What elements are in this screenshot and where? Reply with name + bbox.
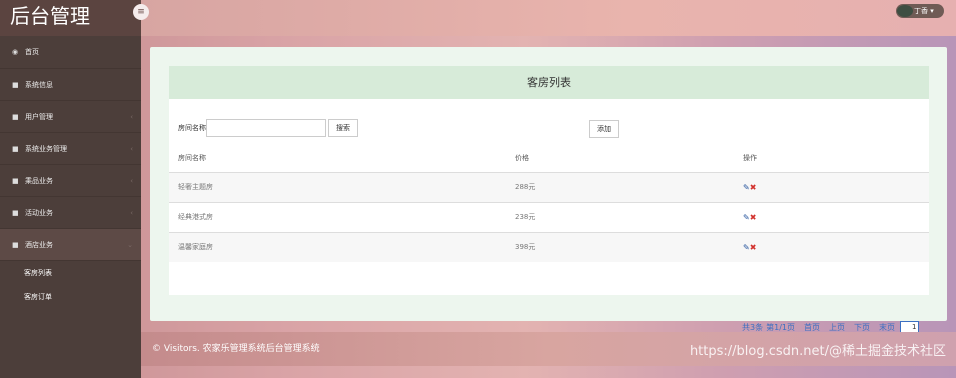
sidebar-nav: ◉ 首页 ■ 系统信息 ■ 用户管理 ‹ ■ 系统业务管理 ‹ ■ 乘品业务 ‹… [0, 36, 141, 309]
sidebar-item-label: 乘品业务 [25, 176, 53, 185]
column-header-actions: 操作 [743, 153, 757, 162]
book-icon: ■ [12, 112, 19, 121]
user-menu[interactable]: 丁香 ▾ [896, 4, 944, 18]
search-form: 房间名称 搜索 [178, 118, 358, 138]
brand-title: 后台管理 [0, 0, 141, 36]
dashboard-icon: ◉ [12, 48, 19, 56]
sidebar-item-products[interactable]: ■ 乘品业务 ‹ [0, 165, 141, 197]
book-icon: ■ [12, 80, 19, 89]
delete-icon[interactable]: ✖ [750, 243, 757, 252]
edit-icon[interactable]: ✎ [743, 183, 750, 192]
sidebar-item-label: 酒店业务 [25, 240, 53, 249]
avatar [897, 5, 913, 17]
sidebar-item-label: 首页 [25, 48, 39, 56]
panel-body: 房间名称 搜索 添加 房间名称 价格 操作 轻奢主题房 288元 ✎✖ 经典港式… [169, 99, 929, 342]
book-icon: ■ [12, 176, 19, 185]
book-icon: ■ [12, 208, 19, 217]
column-header-name: 房间名称 [178, 153, 206, 162]
add-button[interactable]: 添加 [589, 120, 619, 138]
rooms-table: 房间名称 价格 操作 轻奢主题房 288元 ✎✖ 经典港式房 238元 ✎✖ 温… [169, 144, 929, 262]
room-price: 398元 [506, 231, 734, 262]
sidebar-item-business-management[interactable]: ■ 系统业务管理 ‹ [0, 133, 141, 165]
chevron-left-icon: ‹ [130, 176, 133, 185]
table-row: 经典港式房 238元 ✎✖ [169, 201, 929, 232]
room-price: 288元 [506, 171, 734, 202]
watermark: https://blog.csdn.net/@稀土掘金技术社区 [689, 344, 946, 359]
sidebar-item-activities[interactable]: ■ 活动业务 ‹ [0, 197, 141, 229]
sidebar: 后台管理 ◉ 首页 ■ 系统信息 ■ 用户管理 ‹ ■ 系统业务管理 ‹ ■ 乘… [0, 0, 141, 378]
sidebar-item-label: 系统业务管理 [25, 144, 67, 153]
sidebar-subitem-room-list[interactable]: 客房列表 [0, 261, 141, 285]
row-actions: ✎✖ [734, 201, 929, 232]
edit-icon[interactable]: ✎ [743, 243, 750, 252]
table-row: 轻奢主题房 288元 ✎✖ [169, 171, 929, 202]
sidebar-subitem-room-orders[interactable]: 客房订单 [0, 285, 141, 309]
caret-down-icon: ▾ [930, 7, 934, 15]
sidebar-item-system-info[interactable]: ■ 系统信息 [0, 69, 141, 101]
topbar: 丁香 ▾ [141, 0, 956, 36]
chevron-down-icon: ⌄ [127, 240, 133, 249]
row-actions: ✎✖ [734, 171, 929, 202]
room-name: 温馨家庭房 [169, 231, 506, 262]
page-select-value: 1 [912, 323, 917, 331]
sidebar-item-home[interactable]: ◉ 首页 [0, 36, 141, 69]
delete-icon[interactable]: ✖ [750, 183, 757, 192]
sidebar-item-user-management[interactable]: ■ 用户管理 ‹ [0, 101, 141, 133]
search-input[interactable] [206, 119, 326, 137]
main-content: 客房列表 房间名称 搜索 添加 房间名称 价格 操作 轻奢主题房 288元 ✎✖… [150, 47, 947, 342]
book-icon: ■ [12, 240, 19, 249]
menu-toggle-button[interactable]: ≡ [133, 4, 149, 20]
room-price: 238元 [506, 201, 734, 232]
chevron-left-icon: ‹ [130, 144, 133, 153]
room-name: 轻奢主题房 [169, 171, 506, 202]
edit-icon[interactable]: ✎ [743, 213, 750, 222]
row-actions: ✎✖ [734, 231, 929, 262]
table-header-row: 房间名称 价格 操作 [169, 144, 929, 172]
search-label: 房间名称 [178, 124, 206, 132]
room-name: 经典港式房 [169, 201, 506, 232]
column-header-price: 价格 [515, 153, 529, 162]
table-row: 温馨家庭房 398元 ✎✖ [169, 231, 929, 262]
sidebar-item-label: 活动业务 [25, 208, 53, 217]
page-title: 客房列表 [169, 66, 929, 99]
sidebar-item-label: 系统信息 [25, 80, 53, 89]
book-icon: ■ [12, 144, 19, 153]
chevron-left-icon: ‹ [130, 208, 133, 217]
delete-icon[interactable]: ✖ [750, 213, 757, 222]
chevron-left-icon: ‹ [130, 112, 133, 121]
sidebar-item-label: 用户管理 [25, 112, 53, 121]
sidebar-item-hotel[interactable]: ■ 酒店业务 ⌄ [0, 229, 141, 261]
user-name: 丁香 [914, 7, 928, 15]
search-button[interactable]: 搜索 [328, 119, 358, 137]
